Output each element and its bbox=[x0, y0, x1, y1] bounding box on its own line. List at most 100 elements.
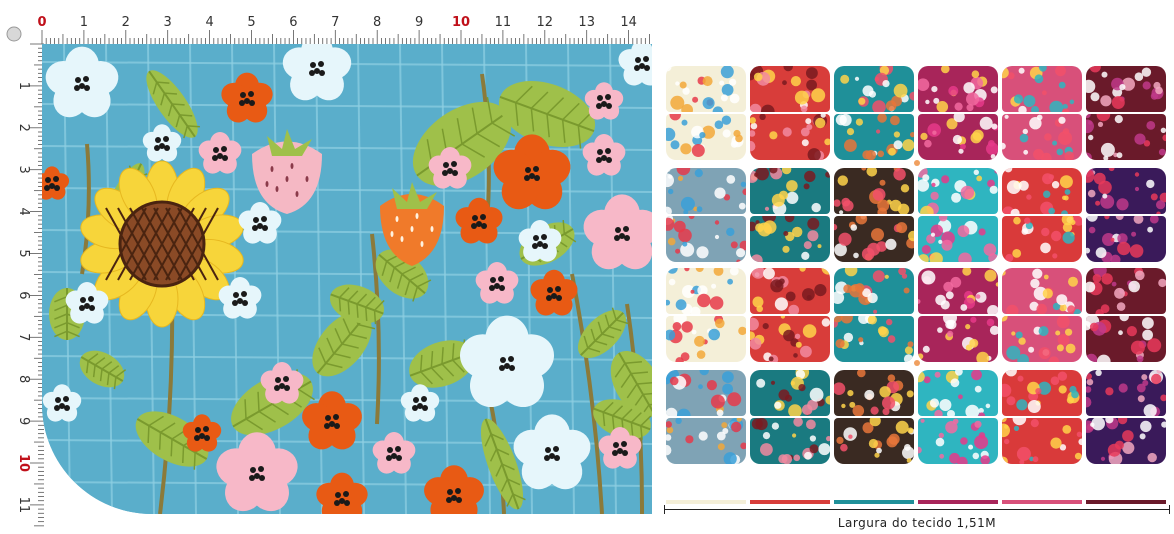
tile-flower-dot bbox=[1114, 287, 1125, 299]
tile-flower-dot bbox=[750, 337, 762, 350]
tile-flower-dot bbox=[1090, 92, 1100, 102]
tile-flower-dot bbox=[854, 76, 860, 81]
tile-flower-dot bbox=[736, 259, 741, 262]
tile-flower-dot bbox=[965, 404, 980, 416]
tile-pattern bbox=[1086, 216, 1159, 262]
tile-flower-dot bbox=[958, 252, 972, 262]
tile-flower-dot bbox=[799, 268, 806, 272]
ruler-left-number: 6 bbox=[16, 291, 31, 299]
tile-flower-dot bbox=[878, 327, 889, 338]
tile-flower-dot bbox=[1101, 71, 1108, 78]
tile-flower-dot bbox=[1050, 376, 1060, 385]
floral-print-tile bbox=[1002, 418, 1082, 464]
tile-flower-dot bbox=[1051, 230, 1062, 242]
tile-flower-dot bbox=[685, 435, 694, 444]
tile-flower-dot bbox=[1018, 180, 1029, 191]
floral-print-tile bbox=[918, 316, 998, 362]
tile-flower-dot bbox=[672, 322, 682, 331]
tile-flower-dot bbox=[1115, 440, 1124, 450]
floral-print-tile bbox=[918, 216, 998, 262]
tile-flower-dot bbox=[740, 181, 746, 187]
tile-flower-dot bbox=[1005, 370, 1017, 377]
tile-flower-dot bbox=[1119, 84, 1126, 91]
tile-flower-dot bbox=[794, 90, 809, 105]
tile-pattern bbox=[1086, 66, 1164, 109]
tile-flower-dot bbox=[872, 100, 886, 112]
tile-flower-dot bbox=[1122, 441, 1135, 454]
tile-flower-dot bbox=[736, 248, 746, 258]
tile-flower-dot bbox=[1095, 247, 1107, 259]
tile-flower-dot bbox=[1065, 343, 1076, 354]
tile-flower-dot bbox=[976, 351, 990, 362]
tile-flower-dot bbox=[675, 81, 680, 86]
tile-flower-dot bbox=[938, 239, 943, 244]
tile-flower-dot bbox=[1023, 95, 1036, 107]
floral-print-tile bbox=[750, 168, 830, 214]
ruler-top-number: 9 bbox=[415, 15, 423, 30]
tile-flower-dot bbox=[1002, 269, 1006, 276]
tile-flower-dot bbox=[869, 90, 876, 98]
tile-flower-dot bbox=[960, 304, 968, 311]
tile-pattern bbox=[666, 168, 746, 214]
tile-flower-dot bbox=[1057, 334, 1070, 346]
ruler-left-number: 4 bbox=[16, 207, 31, 215]
tile-flower-dot bbox=[756, 378, 766, 388]
fabric-width-caption: Largura do tecido 1,51M bbox=[837, 516, 997, 530]
tile-pattern bbox=[1086, 268, 1166, 314]
tile-flower-dot bbox=[1086, 353, 1098, 362]
tile-flower-dot bbox=[720, 94, 728, 102]
floral-print-tile bbox=[834, 114, 914, 160]
tile-flower-dot bbox=[1161, 421, 1166, 428]
tile-flower-dot bbox=[817, 244, 822, 249]
tile-flower-dot bbox=[1108, 168, 1115, 172]
floral-print-tile bbox=[1086, 216, 1166, 262]
floral-print-tile bbox=[1002, 66, 1082, 112]
floral-print-tile bbox=[1002, 268, 1082, 314]
tile-flower-dot bbox=[1117, 241, 1131, 256]
tile-flower-dot bbox=[918, 299, 921, 304]
tile-flower-dot bbox=[1028, 346, 1035, 353]
tile-flower-dot bbox=[1135, 270, 1145, 281]
tile-flower-dot bbox=[1016, 446, 1031, 461]
tile-flower-dot bbox=[774, 297, 788, 311]
tile-flower-dot bbox=[877, 199, 890, 212]
tile-flower-dot bbox=[1098, 180, 1112, 195]
tile-flower-dot bbox=[984, 269, 997, 282]
tile-flower-dot bbox=[1147, 226, 1153, 233]
floral-print-tile bbox=[666, 114, 746, 160]
tile-flower-dot bbox=[907, 427, 914, 434]
tile-flower-dot bbox=[1116, 198, 1129, 211]
next-row-strip bbox=[1002, 500, 1082, 504]
tile-pattern bbox=[834, 370, 914, 416]
floral-print-tile bbox=[1086, 168, 1166, 214]
tile-flower-dot bbox=[750, 103, 762, 112]
tile-pattern bbox=[666, 418, 746, 464]
tile-flower-dot bbox=[1018, 67, 1025, 74]
tile-flower-dot bbox=[1095, 200, 1101, 206]
tile-flower-dot bbox=[1062, 108, 1070, 112]
tile-flower-dot bbox=[840, 74, 850, 84]
tile-flower-dot bbox=[1004, 438, 1010, 445]
ruler-left-number: 9 bbox=[16, 417, 31, 425]
tile-flower-dot bbox=[806, 124, 813, 130]
tile-flower-dot bbox=[1022, 128, 1028, 135]
tile-flower-dot bbox=[818, 443, 830, 456]
tile-flower-dot bbox=[861, 168, 867, 171]
tile-flower-dot bbox=[1051, 181, 1060, 189]
tile-flower-dot bbox=[890, 115, 900, 126]
tile-flower-dot bbox=[1100, 95, 1112, 107]
tile-flower-dot bbox=[696, 246, 709, 259]
tile-flower-dot bbox=[1133, 216, 1144, 224]
tile-pattern bbox=[835, 114, 914, 160]
tile-flower-dot bbox=[989, 325, 998, 335]
ruler-top-number: 12 bbox=[537, 15, 554, 30]
floral-print-tile bbox=[666, 316, 746, 362]
tile-flower-dot bbox=[1056, 294, 1068, 306]
tile-flower-dot bbox=[841, 403, 846, 409]
tile-flower-dot bbox=[1146, 179, 1155, 189]
tile-flower-dot bbox=[941, 66, 950, 74]
tile-flower-dot bbox=[1012, 418, 1027, 426]
tile-flower-dot bbox=[783, 231, 789, 236]
tile-flower-dot bbox=[1139, 433, 1146, 440]
tile-flower-dot bbox=[809, 387, 824, 402]
